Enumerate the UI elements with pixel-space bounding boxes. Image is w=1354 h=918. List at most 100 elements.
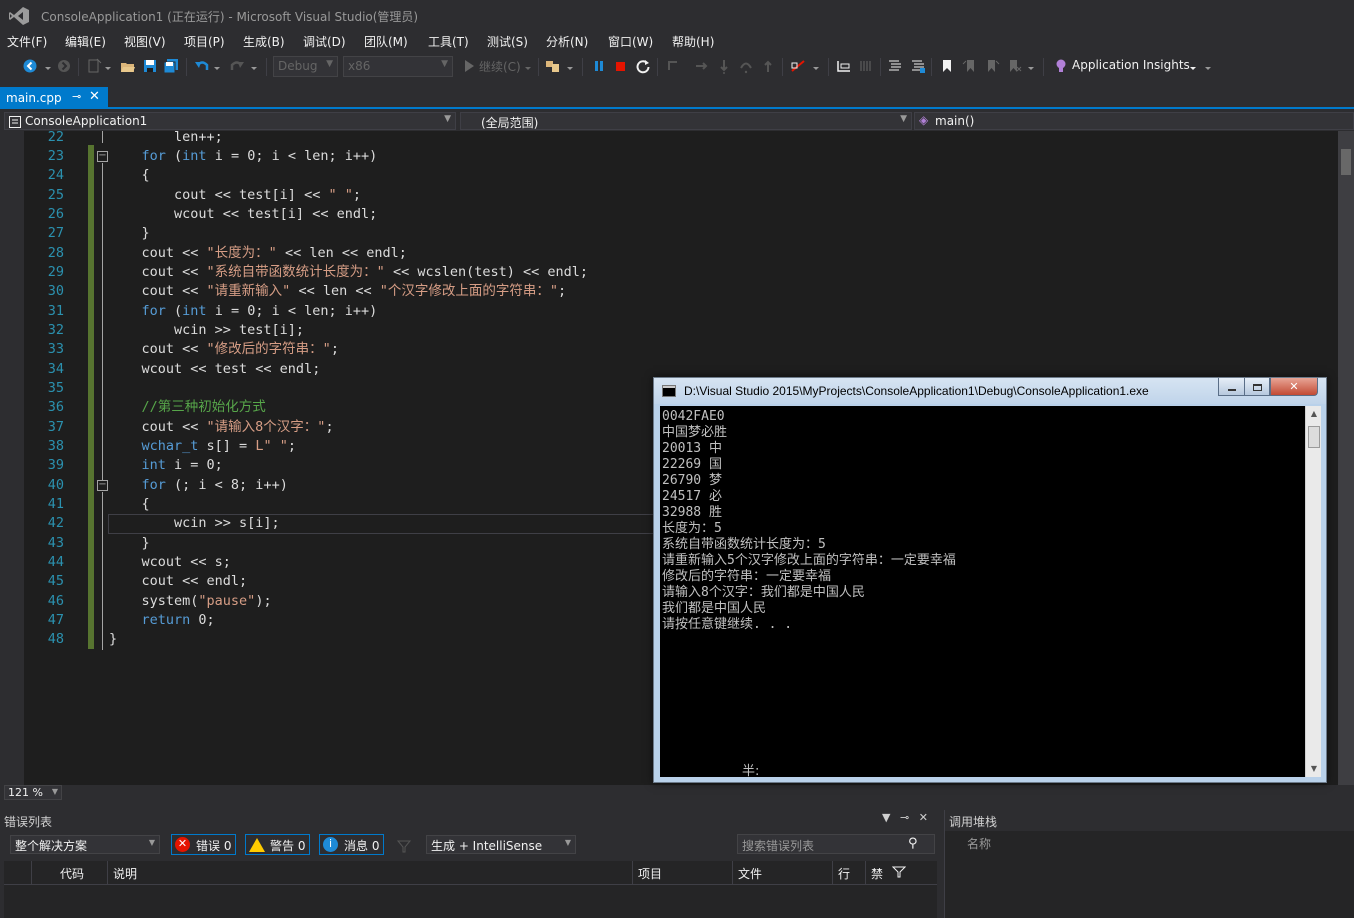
error-list-body[interactable] bbox=[4, 885, 937, 918]
tab-main-cpp[interactable]: main.cpp ⊸ ✕ bbox=[0, 87, 108, 108]
filter-off-icon[interactable] bbox=[396, 838, 412, 854]
continue-button[interactable]: 继续(C) bbox=[479, 58, 521, 75]
menu-edit[interactable]: 编辑(E) bbox=[65, 33, 106, 50]
collapse-icon[interactable]: − bbox=[97, 151, 108, 162]
menu-window[interactable]: 窗口(W) bbox=[608, 33, 653, 50]
navigate-back-icon[interactable] bbox=[22, 58, 38, 74]
minimize-button[interactable] bbox=[1218, 378, 1245, 396]
previous-bookmark-icon[interactable] bbox=[962, 58, 978, 74]
scrollbar-thumb[interactable] bbox=[1341, 149, 1351, 175]
line-number: 41 bbox=[47, 496, 64, 512]
stop-debugging-icon[interactable] bbox=[612, 58, 628, 74]
search-icon[interactable]: ⚲ bbox=[908, 836, 918, 851]
new-project-icon[interactable] bbox=[86, 58, 102, 74]
close-button[interactable]: ✕ bbox=[1270, 378, 1318, 396]
step-over-curve-icon[interactable] bbox=[738, 58, 754, 74]
bookmark-icon[interactable] bbox=[939, 58, 955, 74]
menu-project[interactable]: 项目(P) bbox=[184, 33, 225, 50]
project-select[interactable]: ConsoleApplication1 ▼ bbox=[4, 112, 456, 130]
solution-platform-select[interactable]: x86 ▼ bbox=[343, 56, 453, 77]
menu-analyze[interactable]: 分析(N) bbox=[546, 33, 588, 50]
save-all-icon[interactable] bbox=[163, 58, 179, 74]
menu-team[interactable]: 团队(M) bbox=[364, 33, 408, 50]
code-line: cout << "请输入8个汉字："; bbox=[109, 419, 334, 435]
column-file[interactable]: 文件 bbox=[732, 861, 832, 884]
console-output[interactable]: 0042FAE0 中国梦必胜 20013 中 22269 国 26790 梦 2… bbox=[660, 406, 1305, 777]
step-out-icon[interactable] bbox=[760, 58, 776, 74]
member-select[interactable]: ◈ main() bbox=[914, 112, 1354, 130]
maximize-button[interactable] bbox=[1244, 378, 1270, 396]
panel-menu-chevron-icon[interactable]: ▼ bbox=[882, 811, 890, 824]
indicator-margin[interactable] bbox=[0, 131, 24, 785]
errors-filter-button[interactable]: ✕ 错误 0 bbox=[171, 834, 237, 855]
warnings-filter-button[interactable]: 警告 0 bbox=[245, 834, 311, 855]
column-line[interactable]: 行 bbox=[832, 861, 865, 884]
new-project-dropdown-icon[interactable] bbox=[104, 58, 112, 74]
undo-icon[interactable] bbox=[194, 58, 210, 74]
menu-build[interactable]: 生成(B) bbox=[243, 33, 285, 50]
error-scope-select[interactable]: 整个解决方案 ▼ bbox=[10, 835, 160, 854]
menu-file[interactable]: 文件(F) bbox=[7, 33, 47, 50]
console-vertical-scrollbar[interactable]: ▲ ▼ bbox=[1305, 406, 1321, 777]
navigate-forward-icon[interactable] bbox=[56, 58, 72, 74]
redo-icon[interactable] bbox=[229, 58, 245, 74]
break-all-pause-icon[interactable] bbox=[591, 58, 607, 74]
hex-display-icon[interactable] bbox=[790, 58, 806, 74]
hex-dropdown-icon[interactable] bbox=[812, 58, 820, 74]
next-bookmark-icon[interactable] bbox=[984, 58, 1000, 74]
menu-view[interactable]: 视图(V) bbox=[124, 33, 166, 50]
show-next-statement-icon[interactable] bbox=[665, 58, 681, 74]
menu-help[interactable]: 帮助(H) bbox=[672, 33, 714, 50]
pin-icon[interactable]: ⊸ bbox=[72, 90, 81, 103]
toolbar-separator bbox=[782, 58, 783, 76]
step-into-icon[interactable] bbox=[694, 58, 710, 74]
lightbulb-icon[interactable] bbox=[1053, 58, 1069, 74]
column-code[interactable]: 代码 bbox=[31, 861, 107, 884]
insights-dropdown-icon[interactable] bbox=[1189, 58, 1197, 74]
attach-dropdown-icon[interactable] bbox=[566, 58, 574, 74]
scope-select[interactable]: (全局范围) ▼ bbox=[460, 112, 912, 130]
step-over-icon[interactable] bbox=[716, 58, 732, 74]
solution-configuration-select[interactable]: Debug ▼ bbox=[273, 56, 338, 77]
uncomment-lines-icon[interactable] bbox=[910, 58, 926, 74]
call-stack-list[interactable]: 名称 bbox=[945, 831, 1354, 918]
comment-lines-icon[interactable] bbox=[887, 58, 903, 74]
column-name[interactable]: 名称 bbox=[967, 835, 991, 852]
continue-play-icon[interactable] bbox=[461, 58, 477, 74]
scroll-down-arrow-icon[interactable]: ▼ bbox=[1306, 761, 1322, 777]
column-project[interactable]: 项目 bbox=[632, 861, 732, 884]
threads-icon[interactable] bbox=[836, 58, 852, 74]
continue-dropdown-icon[interactable] bbox=[524, 58, 532, 74]
menu-tools[interactable]: 工具(T) bbox=[428, 33, 469, 50]
menu-debug[interactable]: 调试(D) bbox=[303, 33, 346, 50]
restart-icon[interactable] bbox=[635, 58, 651, 74]
column-filter-icon[interactable] bbox=[892, 865, 906, 879]
toolbar-options-icon[interactable] bbox=[1204, 58, 1212, 74]
redo-dropdown-icon[interactable] bbox=[250, 58, 258, 74]
scroll-up-arrow-icon[interactable]: ▲ bbox=[1306, 406, 1322, 422]
messages-filter-button[interactable]: i 消息 0 bbox=[319, 834, 385, 855]
toolbar-overflow-icon[interactable] bbox=[1027, 58, 1035, 74]
zoom-level-select[interactable]: 121 % ▼ bbox=[4, 785, 62, 800]
column-suppression[interactable]: 禁 bbox=[865, 861, 916, 884]
application-insights-button[interactable]: Application Insights bbox=[1072, 58, 1190, 72]
scrollbar-thumb[interactable] bbox=[1308, 426, 1320, 448]
attach-process-icon[interactable] bbox=[545, 58, 561, 74]
line-number: 35 bbox=[47, 380, 64, 396]
pin-icon[interactable]: ⊸ bbox=[900, 811, 909, 824]
console-window[interactable]: D:\Visual Studio 2015\MyProjects\Console… bbox=[653, 377, 1327, 783]
editor-vertical-scrollbar[interactable] bbox=[1338, 131, 1354, 785]
collapse-icon[interactable]: − bbox=[97, 480, 108, 491]
column-description[interactable]: 说明 bbox=[107, 861, 632, 884]
clear-bookmarks-icon[interactable] bbox=[1006, 58, 1022, 74]
close-icon[interactable]: ✕ bbox=[89, 89, 100, 104]
menu-test[interactable]: 测试(S) bbox=[487, 33, 528, 50]
save-icon[interactable] bbox=[142, 58, 158, 74]
build-intellisense-select[interactable]: 生成 + IntelliSense ▼ bbox=[426, 835, 576, 854]
error-search-input[interactable]: 搜索错误列表 ⚲ bbox=[737, 834, 935, 854]
undo-dropdown-icon[interactable] bbox=[213, 58, 221, 74]
locals-icon[interactable] bbox=[858, 58, 874, 74]
back-dropdown-icon[interactable] bbox=[44, 58, 52, 74]
open-file-icon[interactable] bbox=[120, 58, 136, 74]
close-icon[interactable]: ✕ bbox=[919, 811, 928, 824]
